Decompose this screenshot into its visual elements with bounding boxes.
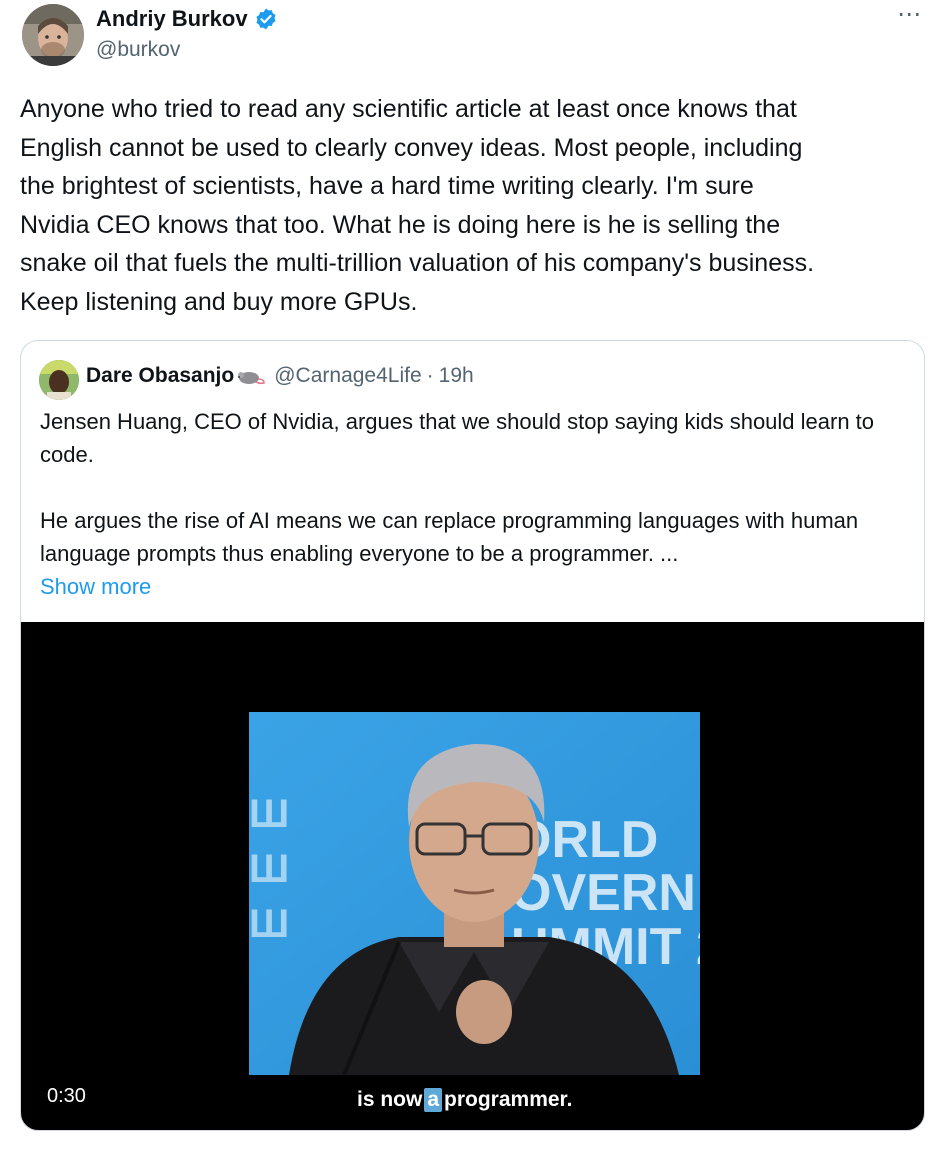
show-more-link[interactable]: Show more: [40, 570, 908, 603]
author-name[interactable]: Andriy Burkov: [96, 6, 248, 32]
rat-icon: [236, 367, 266, 385]
caption-before: is now: [357, 1088, 423, 1111]
video-player[interactable]: Ш Ш Ш ORLD OVERN UMMIT 2: [21, 622, 924, 1130]
author-name-row[interactable]: Andriy Burkov: [96, 6, 278, 32]
backdrop-logo-left: Ш: [249, 792, 289, 836]
quote-paragraph-1: Jensen Huang, CEO of Nvidia, argues that…: [40, 409, 875, 467]
quote-timestamp[interactable]: 19h: [439, 364, 474, 388]
tweet: Andriy Burkov @burkov ⋯ Anyone who tried…: [0, 0, 932, 1154]
video-caption: is now a programmer.: [357, 1088, 572, 1112]
caption-highlight: a: [424, 1088, 443, 1112]
tweet-text: Anyone who tried to read any scientific …: [20, 95, 815, 316]
separator-dot: ·: [426, 364, 434, 387]
author-handle[interactable]: @burkov: [96, 38, 180, 62]
quote-author-name[interactable]: Dare Obasanjo: [86, 364, 234, 388]
quote-paragraph-2: He argues the rise of AI means we can re…: [40, 508, 859, 566]
author-avatar[interactable]: [22, 4, 84, 66]
svg-text:Ш: Ш: [249, 902, 289, 946]
svg-text:OVERN: OVERN: [511, 864, 696, 922]
verified-badge-icon: [254, 7, 278, 31]
video-duration: 0:30: [47, 1085, 86, 1107]
quote-text: Jensen Huang, CEO of Nvidia, argues that…: [40, 405, 908, 603]
quote-author-avatar[interactable]: [39, 360, 79, 400]
svg-text:Ш: Ш: [249, 847, 289, 891]
quoted-tweet[interactable]: Dare Obasanjo @Carnage4Life · 19h Jensen…: [20, 340, 925, 1131]
quote-header: Dare Obasanjo @Carnage4Life · 19h: [86, 364, 474, 388]
more-options-icon[interactable]: ⋯: [897, 0, 922, 30]
video-thumbnail[interactable]: Ш Ш Ш ORLD OVERN UMMIT 2: [249, 712, 700, 1075]
caption-after: programmer.: [444, 1088, 573, 1111]
quote-author-handle[interactable]: @Carnage4Life: [274, 364, 421, 388]
